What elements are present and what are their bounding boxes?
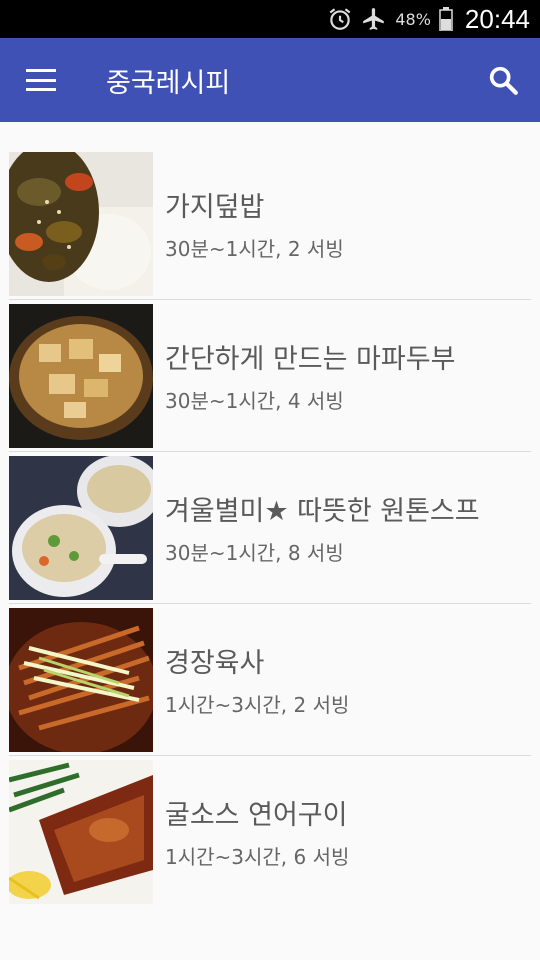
recipe-item[interactable]: 겨울별미★ 따뜻한 원톤스프 30분~1시간, 8 서빙 — [0, 452, 540, 603]
airplane-mode-icon — [363, 8, 385, 30]
recipe-name: 굴소스 연어구이 — [165, 800, 348, 831]
recipe-item[interactable]: 굴소스 연어구이 1시간~3시간, 6 서빙 — [0, 756, 540, 907]
battery-icon — [439, 7, 453, 31]
recipe-thumbnail — [9, 303, 153, 448]
page-title: 중국레시피 — [106, 67, 231, 99]
recipe-meta: 1시간~3시간, 6 서빙 — [165, 845, 350, 869]
recipe-item[interactable]: 간단하게 만드는 마파두부 30분~1시간, 4 서빙 — [0, 300, 540, 451]
recipe-item[interactable]: 경장육사 1시간~3시간, 2 서빙 — [0, 604, 540, 755]
recipe-thumbnail — [9, 151, 153, 296]
recipe-meta: 30분~1시간, 8 서빙 — [165, 541, 344, 565]
recipe-name: 가지덮밥 — [165, 192, 265, 223]
recipe-meta: 30분~1시간, 2 서빙 — [165, 237, 344, 261]
recipe-thumbnail — [9, 607, 153, 752]
clock: 20:44 — [464, 3, 530, 34]
app-bar: 중국레시피 — [0, 38, 540, 122]
status-bar: 48% 20:44 — [0, 0, 540, 38]
recipe-name: 겨울별미★ 따뜻한 원톤스프 — [165, 496, 480, 527]
recipe-thumbnail — [9, 759, 153, 904]
recipe-meta: 30분~1시간, 4 서빙 — [165, 389, 344, 413]
battery-percent: 48% — [395, 9, 431, 29]
recipe-item[interactable]: 가지덮밥 30분~1시간, 2 서빙 — [0, 148, 540, 299]
recipe-meta: 1시간~3시간, 2 서빙 — [165, 693, 350, 717]
menu-icon[interactable] — [26, 69, 56, 91]
recipe-list: 가지덮밥 30분~1시간, 2 서빙 간단하게 만드는 마파두부 30분~1시간… — [0, 148, 540, 907]
alarm-icon — [329, 8, 351, 30]
recipe-name: 경장육사 — [165, 648, 265, 679]
recipe-thumbnail — [9, 455, 153, 600]
search-icon[interactable] — [486, 63, 520, 97]
recipe-name: 간단하게 만드는 마파두부 — [165, 344, 456, 375]
